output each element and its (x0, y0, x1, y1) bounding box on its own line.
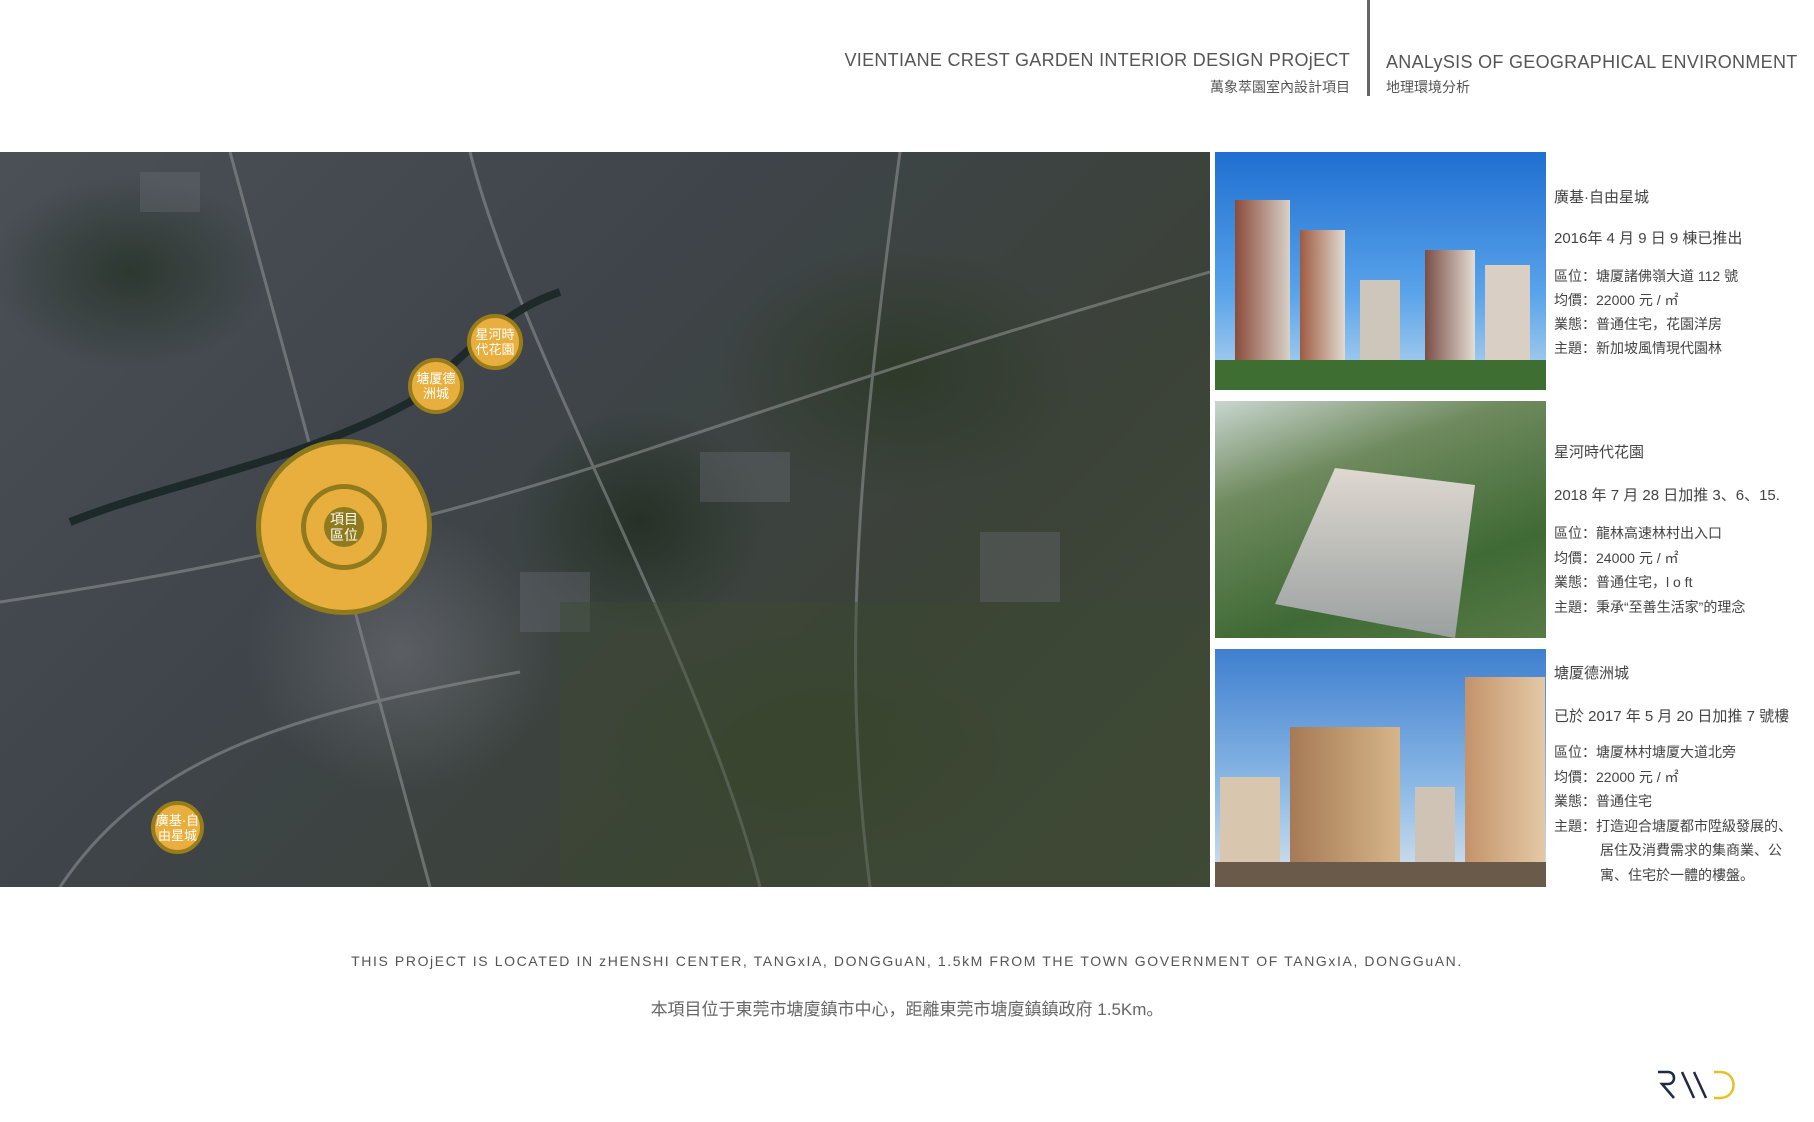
project-title-en: VIENTIANE CREST GARDEN INTERIOR DESIGN P… (844, 50, 1350, 70)
project-date: 2018 年 7 月 28 日加推 3、6、15. (1554, 487, 1780, 504)
project-location-label: 項目 區位 (324, 507, 364, 547)
project-date: 2016年 4 月 9 日 9 棟已推出 (1554, 230, 1743, 247)
project-title-cn: 萬象萃園室內設計項目 (1210, 79, 1350, 95)
project-price: 均價：24000 元 / ㎡ (1554, 549, 1679, 566)
project-info-dezhou: 塘厦德洲城 已於 2017 年 5 月 20 日加推 7 號樓 區位：塘厦林村塘… (1554, 662, 1792, 887)
project-type: 業態：普通住宅，花園洋房 (1554, 316, 1722, 332)
map-roads (0, 152, 1210, 887)
marker-guangji[interactable]: 廣基·自 由星城 (151, 801, 204, 854)
project-location: 區位：塘厦諸佛嶺大道 112 號 (1554, 268, 1739, 284)
footer-description-cn: 本項目位于東莞市塘廈鎮市中心，距離東莞市塘廈鎮鎮政府 1.5Km。 (650, 1000, 1164, 1019)
project-theme-cont: 寓、住宅於一體的樓盤。 (1600, 866, 1754, 883)
section-title-cn: 地理環境分析 (1386, 79, 1470, 95)
project-name: 廣基·自由星城 (1554, 189, 1649, 206)
header-divider (1367, 0, 1370, 96)
photo-dezhou (1215, 649, 1546, 887)
project-name: 塘厦德洲城 (1554, 665, 1630, 682)
project-theme: 主題：新加坡風情現代園林 (1554, 340, 1722, 356)
project-info-xinghe: 星河時代花園 2018 年 7 月 28 日加推 3、6、15. 區位：龍林高速… (1554, 441, 1780, 619)
photo-xinghe (1215, 401, 1546, 638)
photo-guangji (1215, 152, 1546, 390)
satellite-map: 項目 區位 星河時 代花園 塘厦德 洲城 廣基·自 由星城 (0, 152, 1210, 887)
project-date: 已於 2017 年 5 月 20 日加推 7 號樓 (1554, 708, 1790, 725)
project-type: 業態：普通住宅 (1554, 793, 1652, 809)
project-type: 業態：普通住宅，l o ft (1554, 574, 1693, 590)
project-location: 區位：龍林高速林村出入口 (1554, 525, 1722, 541)
rwd-logo (1658, 1070, 1735, 1100)
project-theme: 主題：打造迎合塘厦都市陞級發展的、 (1554, 817, 1792, 834)
project-name: 星河時代花園 (1554, 444, 1645, 461)
project-theme-cont: 居住及消費需求的集商業、公 (1600, 842, 1782, 858)
project-location: 區位：塘厦林村塘厦大道北旁 (1554, 744, 1736, 760)
project-price: 均價：22000 元 / ㎡ (1554, 292, 1679, 308)
marker-xinghe[interactable]: 星河時 代花園 (467, 314, 523, 370)
marker-dezhou[interactable]: 塘厦德 洲城 (408, 358, 464, 414)
section-title-en: ANALySIS OF GEOGRAPHICAL ENVIRONMENT (1386, 52, 1798, 72)
project-theme: 主題：秉承“至善生活家”的理念 (1554, 598, 1746, 615)
footer-description-en: THIS PROjECT IS LOCATED IN zHENSHI CENTE… (351, 953, 1463, 969)
project-info-guangji: 廣基·自由星城 2016年 4 月 9 日 9 棟已推出 區位：塘厦諸佛嶺大道 … (1554, 186, 1742, 360)
project-price: 均價：22000 元 / ㎡ (1554, 768, 1679, 785)
project-location-marker: 項目 區位 (256, 439, 432, 615)
